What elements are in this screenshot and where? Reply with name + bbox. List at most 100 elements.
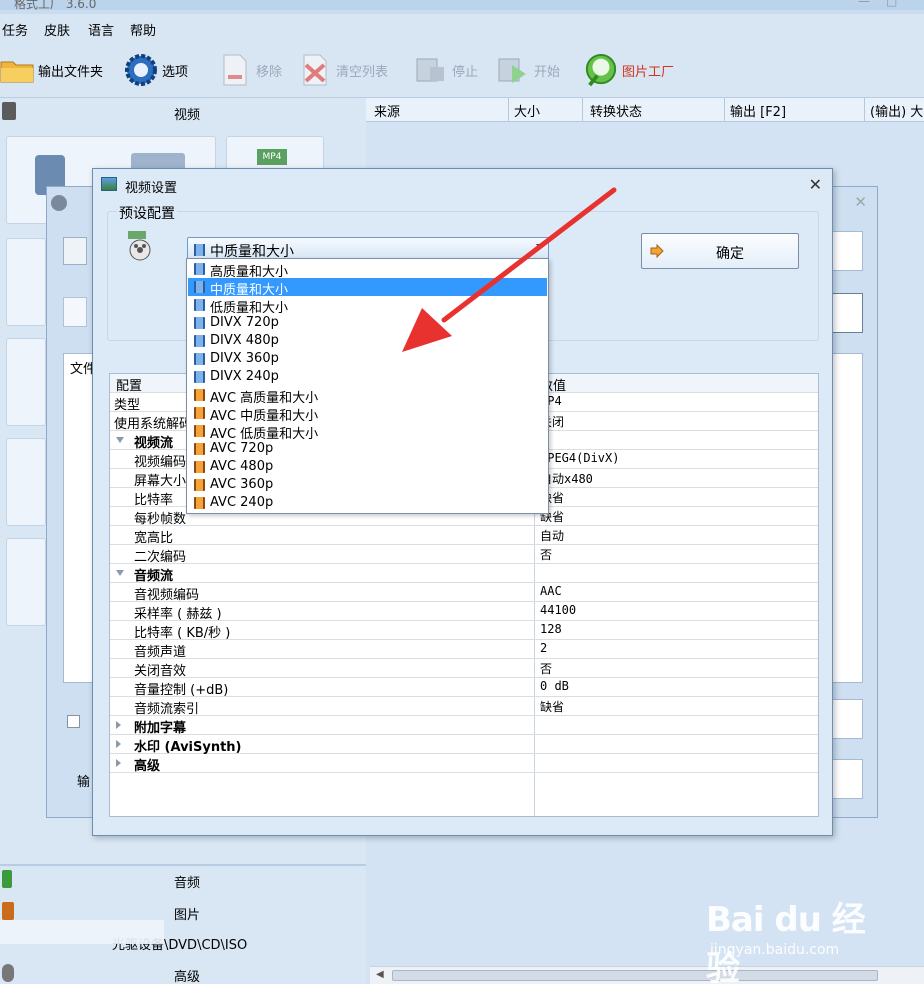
- window-title: 格式工厂 3.6.0: [14, 0, 97, 10]
- dropdown-item[interactable]: AVC 高质量和大小: [188, 386, 547, 406]
- grid-row[interactable]: 音频流索引 缺省: [110, 697, 818, 717]
- bg-add-file-icon[interactable]: [63, 297, 87, 327]
- picture-factory-label: 图片工厂: [622, 64, 675, 80]
- category-advanced[interactable]: 高级: [0, 960, 366, 984]
- grid-row-value[interactable]: 2: [540, 641, 547, 655]
- category-audio[interactable]: 音频: [0, 866, 366, 894]
- collapse-triangle-icon[interactable]: [116, 759, 121, 767]
- menu-task[interactable]: 任务: [2, 20, 28, 39]
- dropdown-item-label: DIVX 240p: [210, 369, 279, 384]
- menu-skin[interactable]: 皮肤: [44, 20, 70, 39]
- dropdown-item[interactable]: AVC 480p: [188, 458, 547, 476]
- dropdown-item[interactable]: DIVX 720p: [188, 314, 547, 332]
- grid-row-value[interactable]: 自动: [540, 527, 564, 544]
- expand-triangle-icon[interactable]: [116, 437, 124, 443]
- chevron-down-icon[interactable]: [536, 244, 544, 249]
- grid-row-value[interactable]: 否: [540, 546, 552, 563]
- grid-row-key: 音视频编码: [134, 588, 200, 603]
- avc-film-icon: [194, 389, 205, 401]
- collapse-triangle-icon[interactable]: [116, 740, 121, 748]
- remove-doc-icon: [218, 53, 252, 87]
- menu-bar: 任务 皮肤 语言 帮助: [0, 14, 924, 42]
- grid-section-row[interactable]: 水印 (AviSynth): [110, 735, 818, 755]
- column-output-size[interactable]: (输出) 大: [870, 101, 923, 120]
- clear-list-button[interactable]: 清空列表: [298, 50, 388, 90]
- video-preset-icon: [194, 244, 205, 256]
- options-button[interactable]: 选项: [124, 50, 188, 90]
- tile-format-3[interactable]: [6, 338, 46, 426]
- grid-row[interactable]: 音量控制 (+dB) 0 dB: [110, 678, 818, 698]
- grid-row-value[interactable]: MPEG4(DivX): [540, 451, 619, 465]
- expand-triangle-icon[interactable]: [116, 570, 124, 576]
- output-folder-button[interactable]: 输出文件夹: [0, 50, 103, 90]
- file-list-header: 来源 大小 转换状态 输出 [F2] (输出) 大: [366, 98, 924, 122]
- avc-film-icon: [194, 407, 205, 419]
- grid-row-value[interactable]: 缺省: [540, 698, 564, 715]
- dialog-close-icon[interactable]: ✕: [809, 175, 822, 194]
- grid-row-value[interactable]: AAC: [540, 584, 562, 598]
- grid-row[interactable]: 采样率 ( 赫兹 ) 44100: [110, 602, 818, 622]
- grid-row[interactable]: 比特率 ( KB/秒 ) 128: [110, 621, 818, 641]
- tile-format-4[interactable]: [6, 438, 46, 526]
- scroll-left-arrow-icon[interactable]: ◀: [376, 969, 384, 980]
- output-folder-label: 输出文件夹: [38, 64, 104, 80]
- column-status[interactable]: 转换状态: [590, 101, 642, 120]
- grid-section-row[interactable]: 高级: [110, 754, 818, 774]
- dropdown-item[interactable]: AVC 240p: [188, 494, 547, 512]
- dropdown-item[interactable]: AVC 360p: [188, 476, 547, 494]
- menu-help[interactable]: 帮助: [130, 20, 156, 39]
- video-category-icon: [2, 102, 16, 120]
- grid-row-value[interactable]: 否: [540, 660, 552, 677]
- film-reel-icon: [127, 231, 153, 261]
- dropdown-item[interactable]: AVC 中质量和大小: [188, 404, 547, 424]
- remove-label: 移除: [256, 64, 283, 80]
- grid-row[interactable]: 关闭音效 否: [110, 659, 818, 679]
- divx-film-icon: [194, 335, 205, 347]
- column-output[interactable]: 输出 [F2]: [730, 101, 786, 120]
- grid-row-key: 关闭音效: [134, 664, 187, 679]
- dropdown-item[interactable]: 高质量和大小: [188, 260, 547, 280]
- remove-button[interactable]: 移除: [218, 50, 282, 90]
- maximize-button[interactable]: □: [886, 0, 897, 8]
- grid-section-row[interactable]: 音频流: [110, 564, 818, 584]
- minimize-button[interactable]: —: [858, 0, 870, 8]
- tile-format-5[interactable]: [6, 538, 46, 626]
- category-video[interactable]: 视频: [0, 98, 366, 126]
- bg-close-icon[interactable]: ✕: [854, 193, 867, 211]
- grid-section-row[interactable]: 附加字幕: [110, 716, 818, 736]
- tile-format-2[interactable]: [6, 238, 46, 326]
- grid-row-value[interactable]: 44100: [540, 603, 576, 617]
- dropdown-item[interactable]: DIVX 480p: [188, 332, 547, 350]
- divx-film-icon: [194, 299, 205, 311]
- bg-field-right: [831, 231, 863, 271]
- grid-row-key: 二次编码: [134, 550, 187, 565]
- grid-row[interactable]: 宽高比 自动: [110, 526, 818, 546]
- dropdown-item[interactable]: 中质量和大小: [188, 278, 547, 298]
- bg-checkbox[interactable]: [67, 715, 80, 728]
- column-source[interactable]: 来源: [374, 101, 400, 120]
- dropdown-item[interactable]: AVC 低质量和大小: [188, 422, 547, 442]
- stop-button[interactable]: 停止: [414, 50, 478, 90]
- category-advanced-label: 高级: [174, 970, 201, 984]
- grid-row-value[interactable]: 0 dB: [540, 679, 569, 693]
- dropdown-item[interactable]: DIVX 360p: [188, 350, 547, 368]
- dropdown-item[interactable]: AVC 720p: [188, 440, 547, 458]
- grid-row[interactable]: 音频声道 2: [110, 640, 818, 660]
- bg-field-right-3: [831, 699, 863, 739]
- grid-row[interactable]: 二次编码 否: [110, 545, 818, 565]
- bg-dialog-icon: [51, 195, 67, 211]
- picture-factory-button[interactable]: 图片工厂: [584, 50, 674, 90]
- options-label: 选项: [162, 64, 189, 80]
- start-button[interactable]: 开始: [496, 50, 560, 90]
- grid-row-key: 视频流: [134, 436, 174, 451]
- column-size[interactable]: 大小: [514, 101, 540, 120]
- ok-button[interactable]: 确定: [641, 233, 799, 269]
- dropdown-item[interactable]: DIVX 240p: [188, 368, 547, 386]
- collapse-triangle-icon[interactable]: [116, 721, 121, 729]
- tooltip-overlay: [0, 920, 164, 944]
- category-picture-label: 图片: [174, 908, 201, 923]
- grid-row-value[interactable]: 128: [540, 622, 562, 636]
- grid-row[interactable]: 音视频编码 AAC: [110, 583, 818, 603]
- dropdown-item[interactable]: 低质量和大小: [188, 296, 547, 316]
- menu-language[interactable]: 语言: [88, 20, 114, 39]
